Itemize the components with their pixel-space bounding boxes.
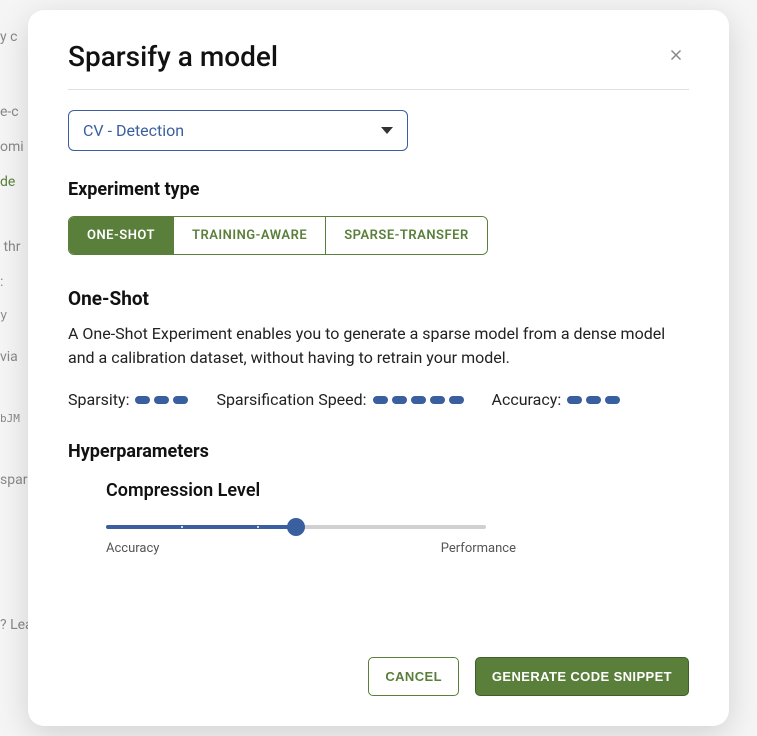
sparsify-modal: Sparsify a model CV - Detection Experime… (28, 10, 729, 726)
sparsity-pills (135, 396, 188, 404)
hyperparameters-section: Hyperparameters Compression Level Accura… (68, 441, 689, 556)
chevron-down-icon (381, 127, 393, 134)
select-value: CV - Detection (83, 121, 184, 140)
slider-left-label: Accuracy (106, 541, 159, 556)
cancel-button[interactable]: CANCEL (368, 657, 459, 696)
generate-code-button[interactable]: GENERATE CODE SNIPPET (475, 657, 689, 696)
tab-sparse-transfer[interactable]: SPARSE-TRANSFER (326, 217, 487, 254)
one-shot-heading: One-Shot (68, 287, 689, 310)
metrics-row: Sparsity: Sparsification Speed: Accuracy… (68, 390, 689, 409)
metric-sparsity: Sparsity: (68, 390, 188, 409)
compression-slider[interactable] (106, 525, 486, 529)
metric-accuracy: Accuracy: (492, 390, 621, 409)
speed-pills (373, 396, 464, 404)
modal-footer: CANCEL GENERATE CODE SNIPPET (368, 657, 689, 696)
one-shot-description: A One-Shot Experiment enables you to gen… (68, 322, 689, 370)
tab-training-aware[interactable]: TRAINING-AWARE (174, 217, 326, 254)
model-type-select[interactable]: CV - Detection (68, 110, 408, 151)
compression-level-label: Compression Level (106, 480, 679, 501)
close-icon (667, 46, 685, 64)
metric-sparsity-label: Sparsity: (68, 390, 129, 409)
tab-one-shot[interactable]: ONE-SHOT (69, 217, 174, 254)
metric-speed-label: Sparsification Speed: (216, 390, 366, 409)
metric-speed: Sparsification Speed: (216, 390, 463, 409)
hyperparameters-heading: Hyperparameters (68, 441, 689, 462)
slider-thumb[interactable] (287, 518, 305, 536)
metric-accuracy-label: Accuracy: (492, 390, 562, 409)
slider-fill (106, 525, 296, 529)
experiment-type-heading: Experiment type (68, 179, 689, 200)
slider-right-label: Performance (441, 541, 516, 556)
accuracy-pills (567, 396, 620, 404)
close-button[interactable] (663, 42, 689, 71)
modal-title: Sparsify a model (68, 40, 278, 73)
experiment-type-tabs: ONE-SHOT TRAINING-AWARE SPARSE-TRANSFER (68, 216, 488, 255)
slider-endpoints: Accuracy Performance (106, 541, 516, 556)
modal-header: Sparsify a model (68, 40, 689, 90)
